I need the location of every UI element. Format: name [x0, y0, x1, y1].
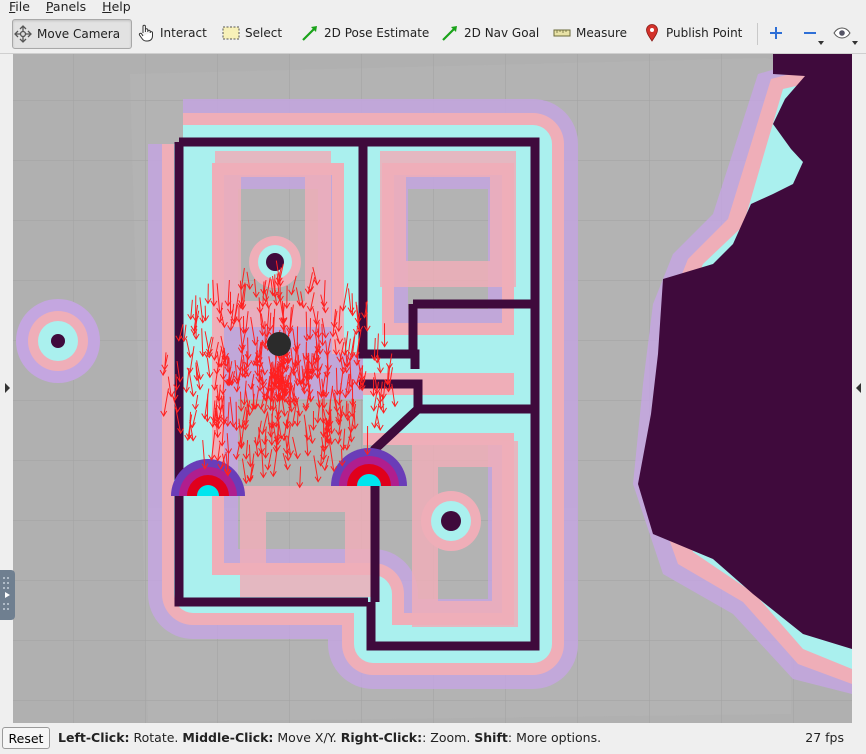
menu-help[interactable]: Help — [93, 0, 138, 14]
interact-button[interactable]: Interact — [136, 19, 207, 47]
robot-marker — [267, 332, 291, 356]
eye-icon — [832, 23, 852, 43]
handle-grip-icon — [3, 577, 10, 610]
tool-bar: Move Camera Interact Select 2D Pose Esti… — [0, 15, 866, 54]
select-label: Select — [245, 26, 283, 40]
green-arrow-icon — [440, 23, 460, 43]
nav-goal-label: 2D Nav Goal — [464, 26, 540, 40]
status-hint: Left-Click: Rotate. Middle-Click: Move X… — [58, 730, 602, 745]
map-pin-icon — [642, 23, 662, 43]
remove-tool-button[interactable] — [800, 19, 824, 47]
move-camera-label: Move Camera — [37, 27, 121, 41]
chevron-down-icon — [818, 41, 824, 45]
add-tool-button[interactable] — [766, 19, 790, 47]
pose-estimate-label: 2D Pose Estimate — [324, 26, 430, 40]
map-render — [13, 54, 852, 723]
hand-pointer-icon — [136, 23, 156, 43]
left-panel-expand-icon[interactable] — [3, 382, 11, 394]
select-button[interactable]: Select — [221, 19, 282, 47]
ruler-icon — [552, 23, 572, 43]
green-arrow-icon — [300, 23, 320, 43]
menu-file[interactable]: File — [0, 0, 37, 14]
measure-button[interactable]: Measure — [552, 19, 627, 47]
minus-icon — [800, 23, 820, 43]
toolbar-separator — [757, 23, 758, 45]
menu-panels[interactable]: Panels — [37, 0, 93, 14]
menu-bar: File Panels Help — [0, 0, 866, 14]
visibility-button[interactable] — [832, 19, 858, 47]
render-viewport[interactable] — [13, 54, 852, 723]
right-panel-expand-icon[interactable] — [855, 382, 863, 394]
chevron-down-icon — [852, 41, 858, 45]
move-camera-button[interactable]: Move Camera — [12, 19, 132, 49]
interact-label: Interact — [160, 26, 207, 40]
move-camera-icon — [13, 24, 33, 44]
selection-rectangle-icon — [221, 23, 241, 43]
status-bar: Reset Left-Click: Rotate. Middle-Click: … — [0, 724, 866, 754]
measure-label: Measure — [576, 26, 627, 40]
nav-goal-button[interactable]: 2D Nav Goal — [440, 19, 539, 47]
plus-icon — [766, 23, 786, 43]
panel-drag-handle[interactable] — [0, 570, 15, 620]
publish-point-label: Publish Point — [666, 26, 743, 40]
fps-counter: 27 fps — [805, 730, 844, 745]
publish-point-button[interactable]: Publish Point — [642, 19, 742, 47]
reset-button[interactable]: Reset — [2, 727, 50, 749]
pose-estimate-button[interactable]: 2D Pose Estimate — [300, 19, 429, 47]
